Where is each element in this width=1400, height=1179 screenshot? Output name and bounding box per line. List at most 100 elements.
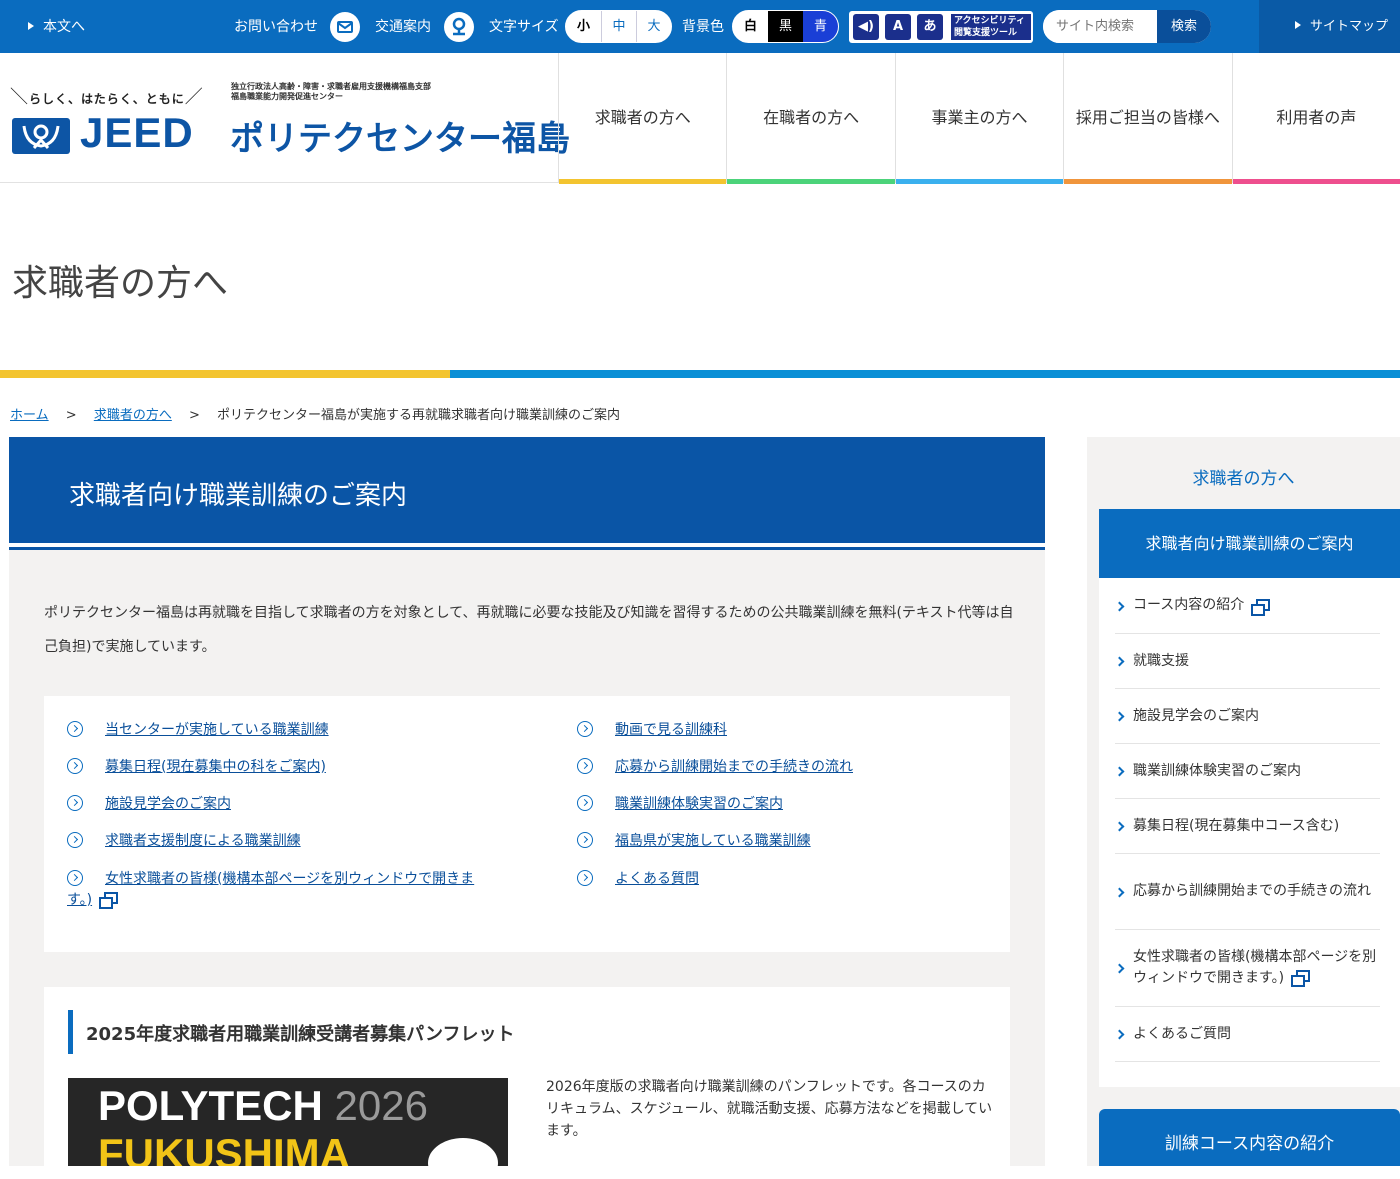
pamphlet-description: 2026年度版の求職者向け職業訓練のパンフレットです。各コースのカリキュラム、ス… [546, 1079, 993, 1139]
link-prefecture-training[interactable]: 福島県が実施している職業訓練 [577, 831, 811, 852]
sidebar-item-label: よくあるご質問 [1133, 1025, 1231, 1042]
page-title: 求職者の方へ [12, 263, 229, 304]
access-link[interactable]: 交通案内 [375, 16, 431, 36]
sidebar-item-trial-training[interactable]: 職業訓練体験実習のご案内 [1115, 744, 1380, 799]
slash-left-icon: ＼ [10, 87, 29, 108]
sidebar-item-facility-tour[interactable]: 施設見学会のご案内 [1115, 689, 1380, 744]
sidebar-item-label: 施設見学会のご案内 [1133, 707, 1259, 724]
nav-label: 事業主の方へ [931, 108, 1028, 127]
link-video-courses[interactable]: 動画で見る訓練科 [577, 720, 727, 741]
pamphlet-section: 2025年度求職者用職業訓練受講者募集パンフレット POLYTECH 2026 … [44, 987, 1010, 1166]
link-label: 当センターが実施している職業訓練 [105, 722, 329, 738]
breadcrumb-home[interactable]: ホーム [10, 408, 49, 423]
search-button[interactable]: 検索 [1157, 10, 1211, 43]
circle-arrow-icon [67, 795, 83, 811]
triangle-right-icon [1295, 21, 1301, 29]
main-heading: 求職者向け職業訓練のご案内 [69, 481, 408, 511]
logo-text: JEED [80, 109, 194, 156]
skip-to-content-link[interactable]: 本文へ [28, 16, 85, 36]
speaker-icon: ◀) [853, 14, 879, 40]
quick-links: 当センターが実施している職業訓練 募集日程(現在募集中の科をご案内) 施設見学会… [44, 696, 1010, 952]
mail-icon[interactable] [330, 12, 360, 42]
nav-employees[interactable]: 在職者の方へ [726, 53, 896, 184]
bg-black-button[interactable]: 黒 [768, 11, 803, 42]
bg-color-label: 背景色 [682, 19, 724, 35]
sidebar-item-text: 女性求職者の皆様(機構本部ページを別ウィンドウで開きます。) [1133, 949, 1377, 986]
sidebar-item-job-support[interactable]: 就職支援 [1115, 634, 1380, 689]
sidebar-item-application-flow[interactable]: 応募から訓練開始までの手続きの流れ [1115, 854, 1380, 930]
jeed-logo-icon [12, 118, 70, 154]
link-trial-training[interactable]: 職業訓練体験実習のご案内 [577, 794, 783, 815]
link-label: 福島県が実施している職業訓練 [615, 833, 811, 849]
link-training-offered[interactable]: 当センターが実施している職業訓練 [67, 720, 329, 741]
font-size-selector: 小 中 大 [565, 10, 672, 43]
speech-bubble-icon [428, 1138, 498, 1166]
nav-job-seekers[interactable]: 求職者の方へ [558, 53, 727, 184]
link-label: 募集日程(現在募集中の科をご案内) [105, 759, 326, 775]
circle-arrow-icon [67, 721, 83, 737]
cover-title-line-1: POLYTECH 2026 [98, 1082, 428, 1130]
circle-arrow-icon [577, 795, 593, 811]
accessibility-tool-button[interactable]: ◀) A あ アクセシビリティ閲覧支援ツール [849, 11, 1033, 43]
new-window-icon [98, 892, 119, 909]
global-nav: 求職者の方へ 在職者の方へ 事業主の方へ 採用ご担当の皆様へ 利用者の声 [558, 53, 1400, 184]
center-name: ポリテクセンター福島 [230, 119, 570, 159]
circle-arrow-icon [577, 758, 593, 774]
link-label: 施設見学会のご案内 [105, 796, 231, 812]
font-size-medium-button[interactable]: 中 [601, 11, 636, 42]
pamphlet-cover-image[interactable]: POLYTECH 2026 FUKUSHIMA [68, 1078, 508, 1166]
search-input[interactable] [1043, 10, 1157, 43]
map-pin-icon[interactable] [444, 12, 474, 42]
sitemap-link[interactable]: サイトマップ [1259, 0, 1400, 53]
link-facility-tour[interactable]: 施設見学会のご案内 [67, 794, 231, 815]
site-search: 検索 [1043, 10, 1211, 43]
title-stripe-blue [450, 370, 1400, 378]
link-label: 動画で見る訓練科 [615, 722, 727, 738]
link-label: よくある質問 [615, 871, 699, 887]
link-label: 女性求職者の皆様(機構本部ページを別ウィンドウで開きます。) [67, 871, 475, 908]
link-women-job-seekers[interactable]: 女性求職者の皆様(機構本部ページを別ウィンドウで開きます。) [67, 869, 487, 911]
org-line-1: 独立行政法人高齢・障害・求職者雇用支援機構福島支部 [231, 82, 431, 91]
font-size-small-button[interactable]: 小 [566, 11, 601, 42]
triangle-right-icon [28, 22, 34, 30]
contact-link[interactable]: お問い合わせ [234, 16, 318, 36]
accessibility-tool-label: アクセシビリティ閲覧支援ツール [951, 14, 1031, 40]
link-application-flow[interactable]: 応募から訓練開始までの手続きの流れ [577, 757, 853, 778]
circle-arrow-icon [577, 832, 593, 848]
link-job-seeker-support[interactable]: 求職者支援制度による職業訓練 [67, 831, 301, 852]
sidebar-course-intro-heading[interactable]: 訓練コース内容の紹介 [1099, 1109, 1400, 1166]
sidebar-item-label: 女性求職者の皆様(機構本部ページを別ウィンドウで開きます。) [1133, 947, 1380, 989]
circle-arrow-icon [577, 870, 593, 886]
breadcrumb-separator: > [188, 408, 200, 423]
cover-polytech: POLYTECH [98, 1082, 323, 1129]
tagline-text: らしく、はたらく、ともに [29, 92, 185, 106]
sidebar-item-women[interactable]: 女性求職者の皆様(機構本部ページを別ウィンドウで開きます。) [1115, 930, 1380, 1007]
nav-label: 利用者の声 [1276, 108, 1357, 127]
sidebar-item-course-intro[interactable]: コース内容の紹介 [1115, 578, 1380, 634]
font-size-label: 文字サイズ [489, 19, 559, 35]
sidebar-active-item[interactable]: 求職者向け職業訓練のご案内 [1099, 509, 1400, 578]
breadcrumb-current: ポリテクセンター福島が実施する再就職求職者向け職業訓練のご案内 [217, 408, 621, 423]
circle-arrow-icon [577, 721, 593, 737]
link-faq[interactable]: よくある質問 [577, 869, 699, 890]
font-size-large-button[interactable]: 大 [636, 11, 671, 42]
bg-color-selector: 白 黒 青 [732, 10, 839, 43]
link-recruitment-schedule[interactable]: 募集日程(現在募集中の科をご案内) [67, 757, 326, 778]
sidebar-item-label: 募集日程(現在募集中コース含む) [1133, 817, 1340, 834]
sidebar: 求職者の方へ 求職者向け職業訓練のご案内 コース内容の紹介 就職支援 施設見学会… [1087, 437, 1400, 1166]
nav-recruiters[interactable]: 採用ご担当の皆様へ [1063, 53, 1233, 184]
breadcrumb-parent[interactable]: 求職者の方へ [94, 408, 172, 423]
sidebar-item-faq[interactable]: よくあるご質問 [1115, 1007, 1380, 1062]
sidebar-title[interactable]: 求職者の方へ [1087, 464, 1400, 489]
utility-bar: 本文へ お問い合わせ 交通案内 文字サイズ 小 中 大 背景色 白 黒 青 ◀)… [0, 0, 1400, 53]
bg-blue-button[interactable]: 青 [803, 11, 838, 42]
circle-arrow-icon [67, 870, 83, 886]
bg-white-button[interactable]: 白 [733, 11, 768, 42]
link-label: 応募から訓練開始までの手続きの流れ [615, 759, 853, 775]
sidebar-item-schedule[interactable]: 募集日程(現在募集中コース含む) [1115, 799, 1380, 854]
nav-user-voices[interactable]: 利用者の声 [1231, 53, 1400, 184]
nav-employers[interactable]: 事業主の方へ [894, 53, 1064, 184]
sidebar-item-label: 就職支援 [1133, 652, 1189, 669]
sitemap-label: サイトマップ [1310, 19, 1389, 34]
link-label: 職業訓練体験実習のご案内 [615, 796, 783, 812]
